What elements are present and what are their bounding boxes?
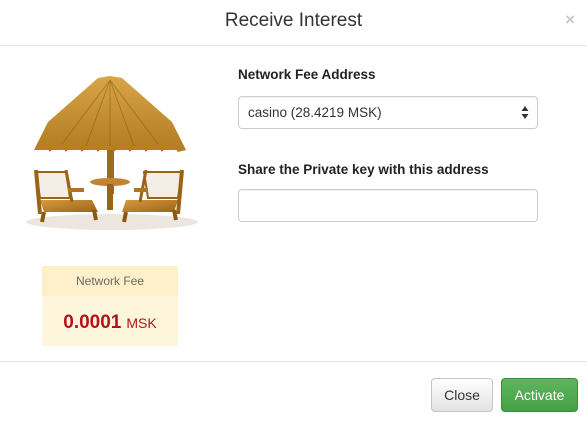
modal-header: Receive Interest × (0, 0, 587, 46)
network-fee-label: Network Fee (75, 274, 145, 288)
network-fee-address-select[interactable]: casino (28.4219 MSK) (238, 96, 538, 129)
select-arrows-icon (521, 106, 529, 119)
modal-title: Receive Interest (224, 10, 363, 31)
network-fee-box: Network Fee 0.0001 MSK (42, 266, 178, 346)
network-fee-value: 0.0001 MSK (42, 312, 178, 334)
beach-umbrella-chairs-icon (26, 76, 198, 230)
close-icon[interactable]: × (565, 11, 575, 28)
activate-button[interactable]: Activate (501, 378, 578, 412)
selected-address-value: casino (28.4219 MSK) (248, 105, 382, 120)
close-button[interactable]: Close (431, 378, 493, 412)
network-fee-address-label: Network Fee Address (238, 67, 376, 82)
modal-footer: Close Activate (0, 361, 587, 422)
private-key-input[interactable] (238, 189, 538, 222)
private-key-label: Share the Private key with this address (238, 162, 489, 177)
fee-amount: 0.0001 (63, 312, 122, 333)
fee-unit: MSK (126, 315, 157, 331)
